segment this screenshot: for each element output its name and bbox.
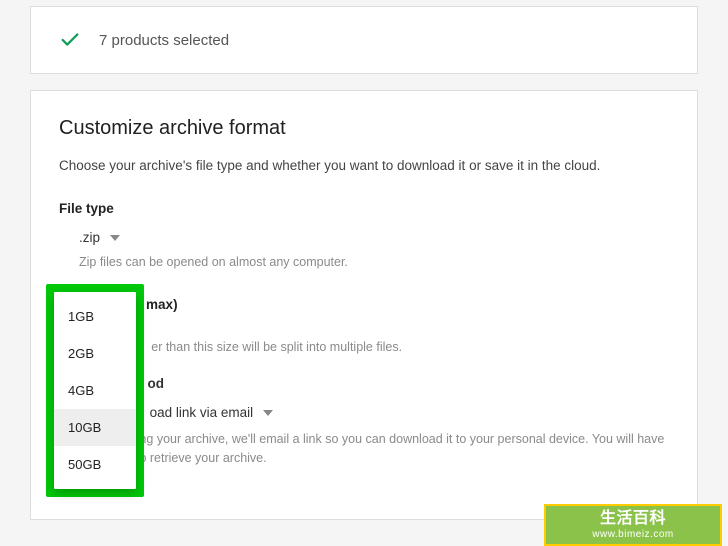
archive-size-option[interactable]: 4GB [54,372,136,409]
archive-size-menu: 1GB2GB4GB10GB50GB [54,292,136,489]
delivery-method-label: Delivery method [59,376,669,391]
caret-down-icon [110,235,120,241]
products-selected-text: 7 products selected [99,32,229,49]
delivery-method-value: oad link via email [150,405,254,420]
archive-size-option[interactable]: 2GB [54,335,136,372]
file-type-label: File type [59,201,669,216]
archive-size-menu-highlight: 1GB2GB4GB10GB50GB [46,284,144,497]
file-type-hint: Zip files can be opened on almost any co… [59,255,669,269]
caret-down-icon [263,410,273,416]
archive-size-option[interactable]: 1GB [54,298,136,335]
delivery-method-dropdown[interactable]: Send download link via email [59,405,669,420]
card-title: Customize archive format [59,117,669,140]
card-subtitle: Choose your archive's file type and whet… [59,158,669,173]
products-selected-card: 7 products selected [30,6,698,74]
file-type-dropdown[interactable]: .zip [59,230,669,245]
check-icon [59,29,81,51]
archive-size-label: Archive size (max) [59,297,669,312]
archive-size-hint: Archives larger than this size will be s… [59,340,669,354]
file-type-value: .zip [79,230,100,245]
watermark-url: www.bimeiz.com [592,529,673,540]
archive-size-option[interactable]: 50GB [54,446,136,483]
archive-size-option[interactable]: 10GB [54,409,136,446]
watermark-title: 生活百科 [600,511,666,527]
delivery-method-hint: ...ich creating your archive, we'll emai… [59,430,669,468]
watermark-logo: 生活百科 www.bimeiz.com [544,504,722,546]
